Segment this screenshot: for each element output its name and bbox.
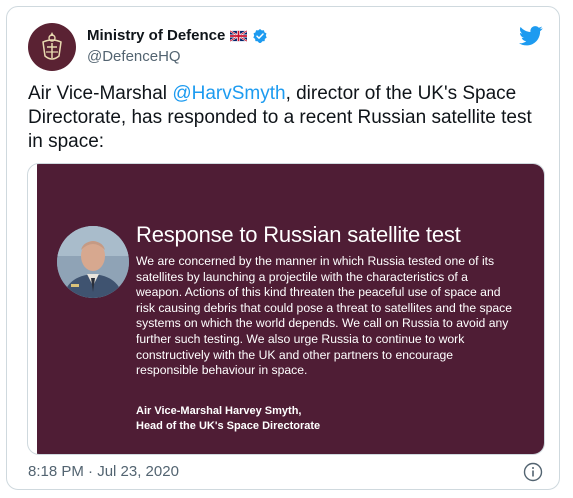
speaker-portrait	[57, 226, 129, 298]
twitter-bird-icon[interactable]	[519, 26, 543, 46]
union-jack-flag-icon	[230, 29, 248, 42]
mention-link[interactable]: @HarvSmyth	[172, 83, 285, 104]
mod-crest-icon	[42, 32, 62, 60]
speaker-portrait-illustration	[57, 226, 129, 298]
display-name-row[interactable]: Ministry of Defence	[87, 27, 268, 44]
verified-badge-icon	[253, 28, 268, 43]
statement-card: Response to Russian satellite test We ar…	[37, 164, 544, 454]
tweet-text-lead: Air Vice-Marshal	[28, 83, 173, 104]
tweet-timestamp[interactable]: 8:18 PM · Jul 23, 2020	[28, 463, 179, 480]
tweet-media-image[interactable]: Response to Russian satellite test We ar…	[27, 163, 545, 455]
signature-role: Head of the UK's Space Directorate	[136, 420, 321, 432]
account-avatar[interactable]	[28, 23, 76, 71]
info-icon[interactable]	[523, 462, 543, 482]
display-name[interactable]: Ministry of Defence	[87, 27, 225, 44]
statement-title: Response to Russian satellite test	[136, 222, 461, 247]
tweet-card: Ministry of Defence @DefenceHQ Air Vice-…	[6, 6, 560, 490]
signature-name: Air Vice-Marshal Harvey Smyth,	[136, 405, 302, 417]
account-handle[interactable]: @DefenceHQ	[87, 48, 181, 65]
tweet-text: Air Vice-Marshal @HarvSmyth, director of…	[28, 82, 548, 154]
statement-body: We are concerned by the manner in which …	[136, 254, 513, 378]
statement-signature: Air Vice-Marshal Harvey Smyth, Head of t…	[136, 404, 320, 434]
